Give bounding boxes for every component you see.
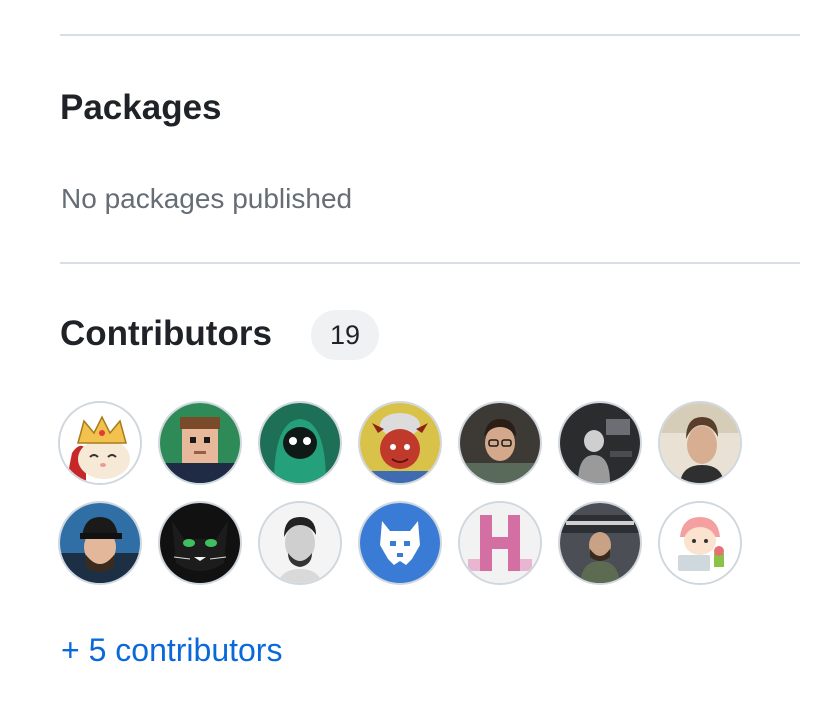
contributors-heading[interactable]: Contributors [60,316,272,351]
man-photo-avatar-icon[interactable] [458,401,542,485]
crowned-cat-avatar-icon[interactable] [58,401,142,485]
contributors-avatar-list [58,401,758,585]
no-packages-text: No packages published [61,183,353,214]
black-cat-avatar-icon[interactable] [158,501,242,585]
contributors-count-badge: 19 [311,310,379,360]
red-devil-avatar-icon[interactable] [358,401,442,485]
packages-heading[interactable]: Packages [60,90,222,125]
section-divider [60,34,800,36]
game-jam-photo-avatar-icon[interactable] [558,501,642,585]
man-portrait-avatar-icon[interactable] [658,401,742,485]
section-divider [60,262,800,264]
pixel-man-avatar-icon[interactable] [158,401,242,485]
hooded-creature-avatar-icon[interactable] [258,401,342,485]
pixel-h-avatar-icon[interactable] [458,501,542,585]
bearded-man-avatar-icon[interactable] [258,501,342,585]
desk-photo-avatar-icon[interactable] [558,401,642,485]
white-wolf-avatar-icon[interactable] [358,501,442,585]
man-cap-avatar-icon[interactable] [58,501,142,585]
more-contributors-link[interactable]: + 5 contributors [61,634,282,666]
cartoon-laptop-avatar-icon[interactable] [658,501,742,585]
